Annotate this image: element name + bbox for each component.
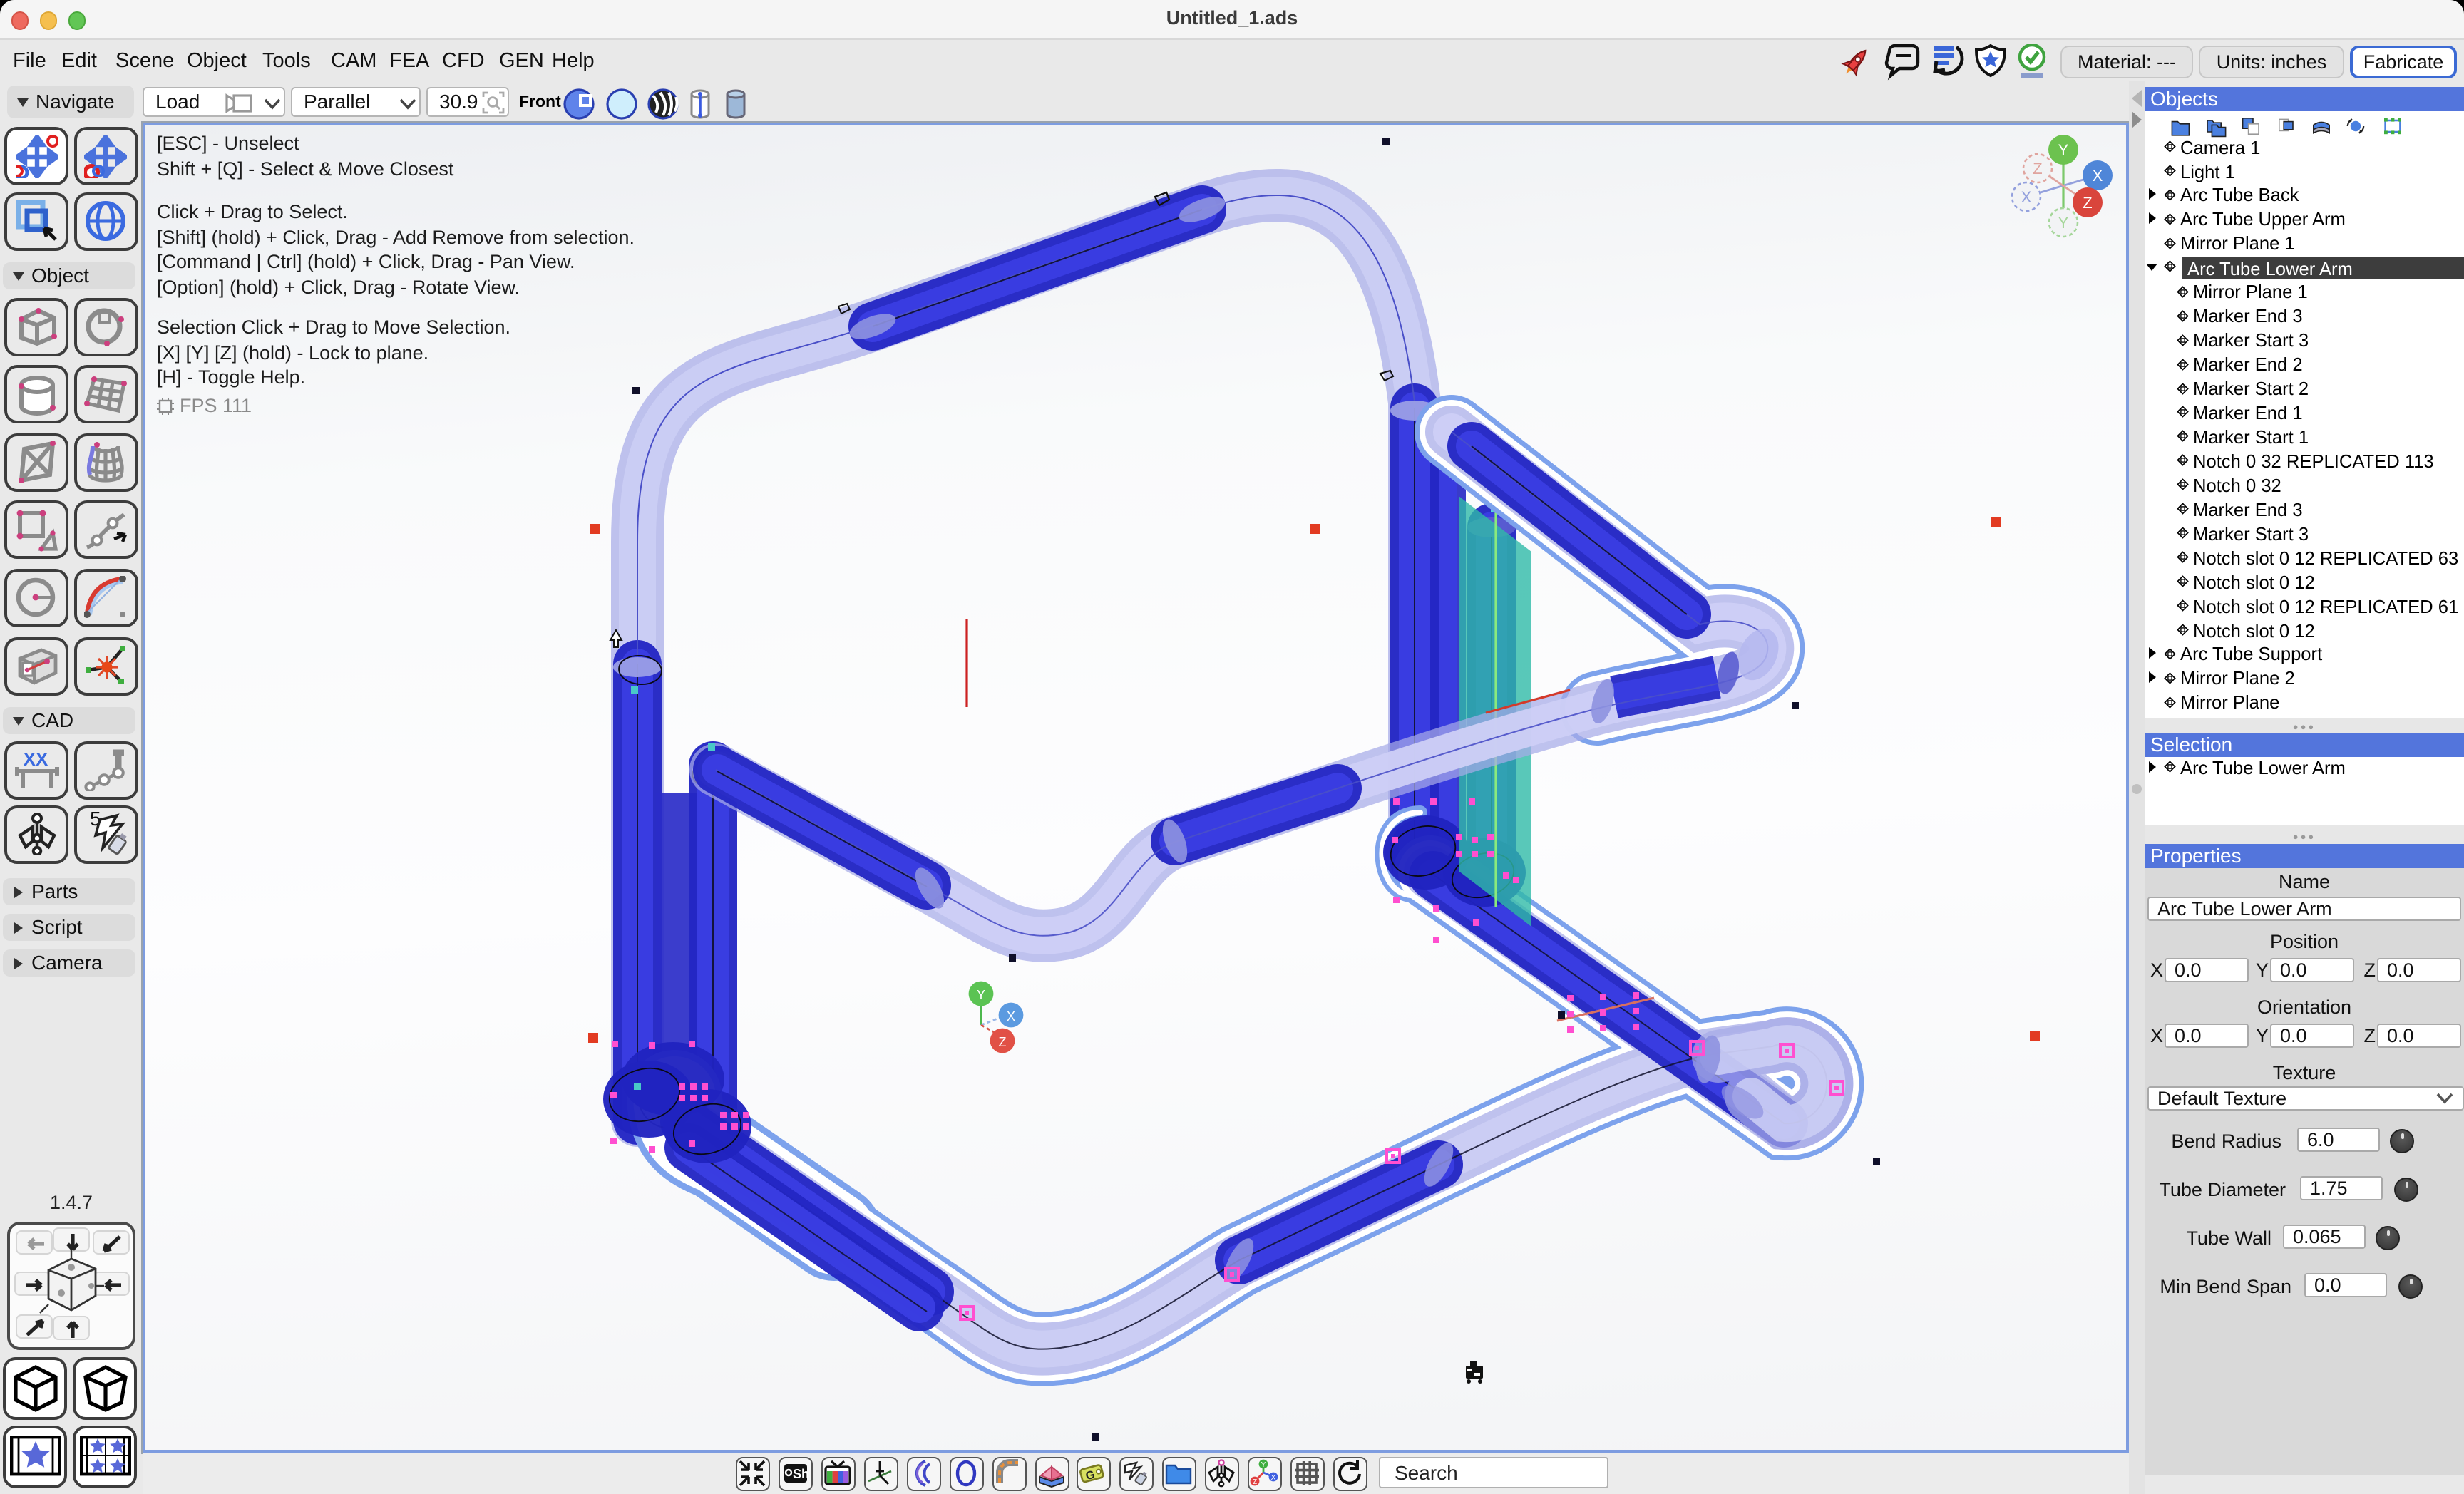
svg-text:X: X bbox=[1007, 1009, 1015, 1024]
svg-text:X: X bbox=[1271, 1473, 1276, 1481]
svg-text:Z: Z bbox=[2033, 160, 2042, 177]
svg-text:Z: Z bbox=[1253, 1478, 1257, 1485]
svg-text:Y: Y bbox=[2058, 214, 2069, 232]
svg-text:Z: Z bbox=[999, 1035, 1007, 1049]
svg-text:Y: Y bbox=[1261, 1460, 1266, 1468]
svg-text:X: X bbox=[2021, 188, 2032, 206]
svg-text:X: X bbox=[2093, 167, 2103, 185]
svg-text:Z: Z bbox=[2083, 194, 2092, 212]
svg-text:Y: Y bbox=[977, 988, 985, 1002]
svg-text:Y: Y bbox=[2058, 141, 2069, 159]
svg-text:Sh: Sh bbox=[793, 1466, 809, 1480]
svg-text:XX: XX bbox=[23, 748, 48, 770]
